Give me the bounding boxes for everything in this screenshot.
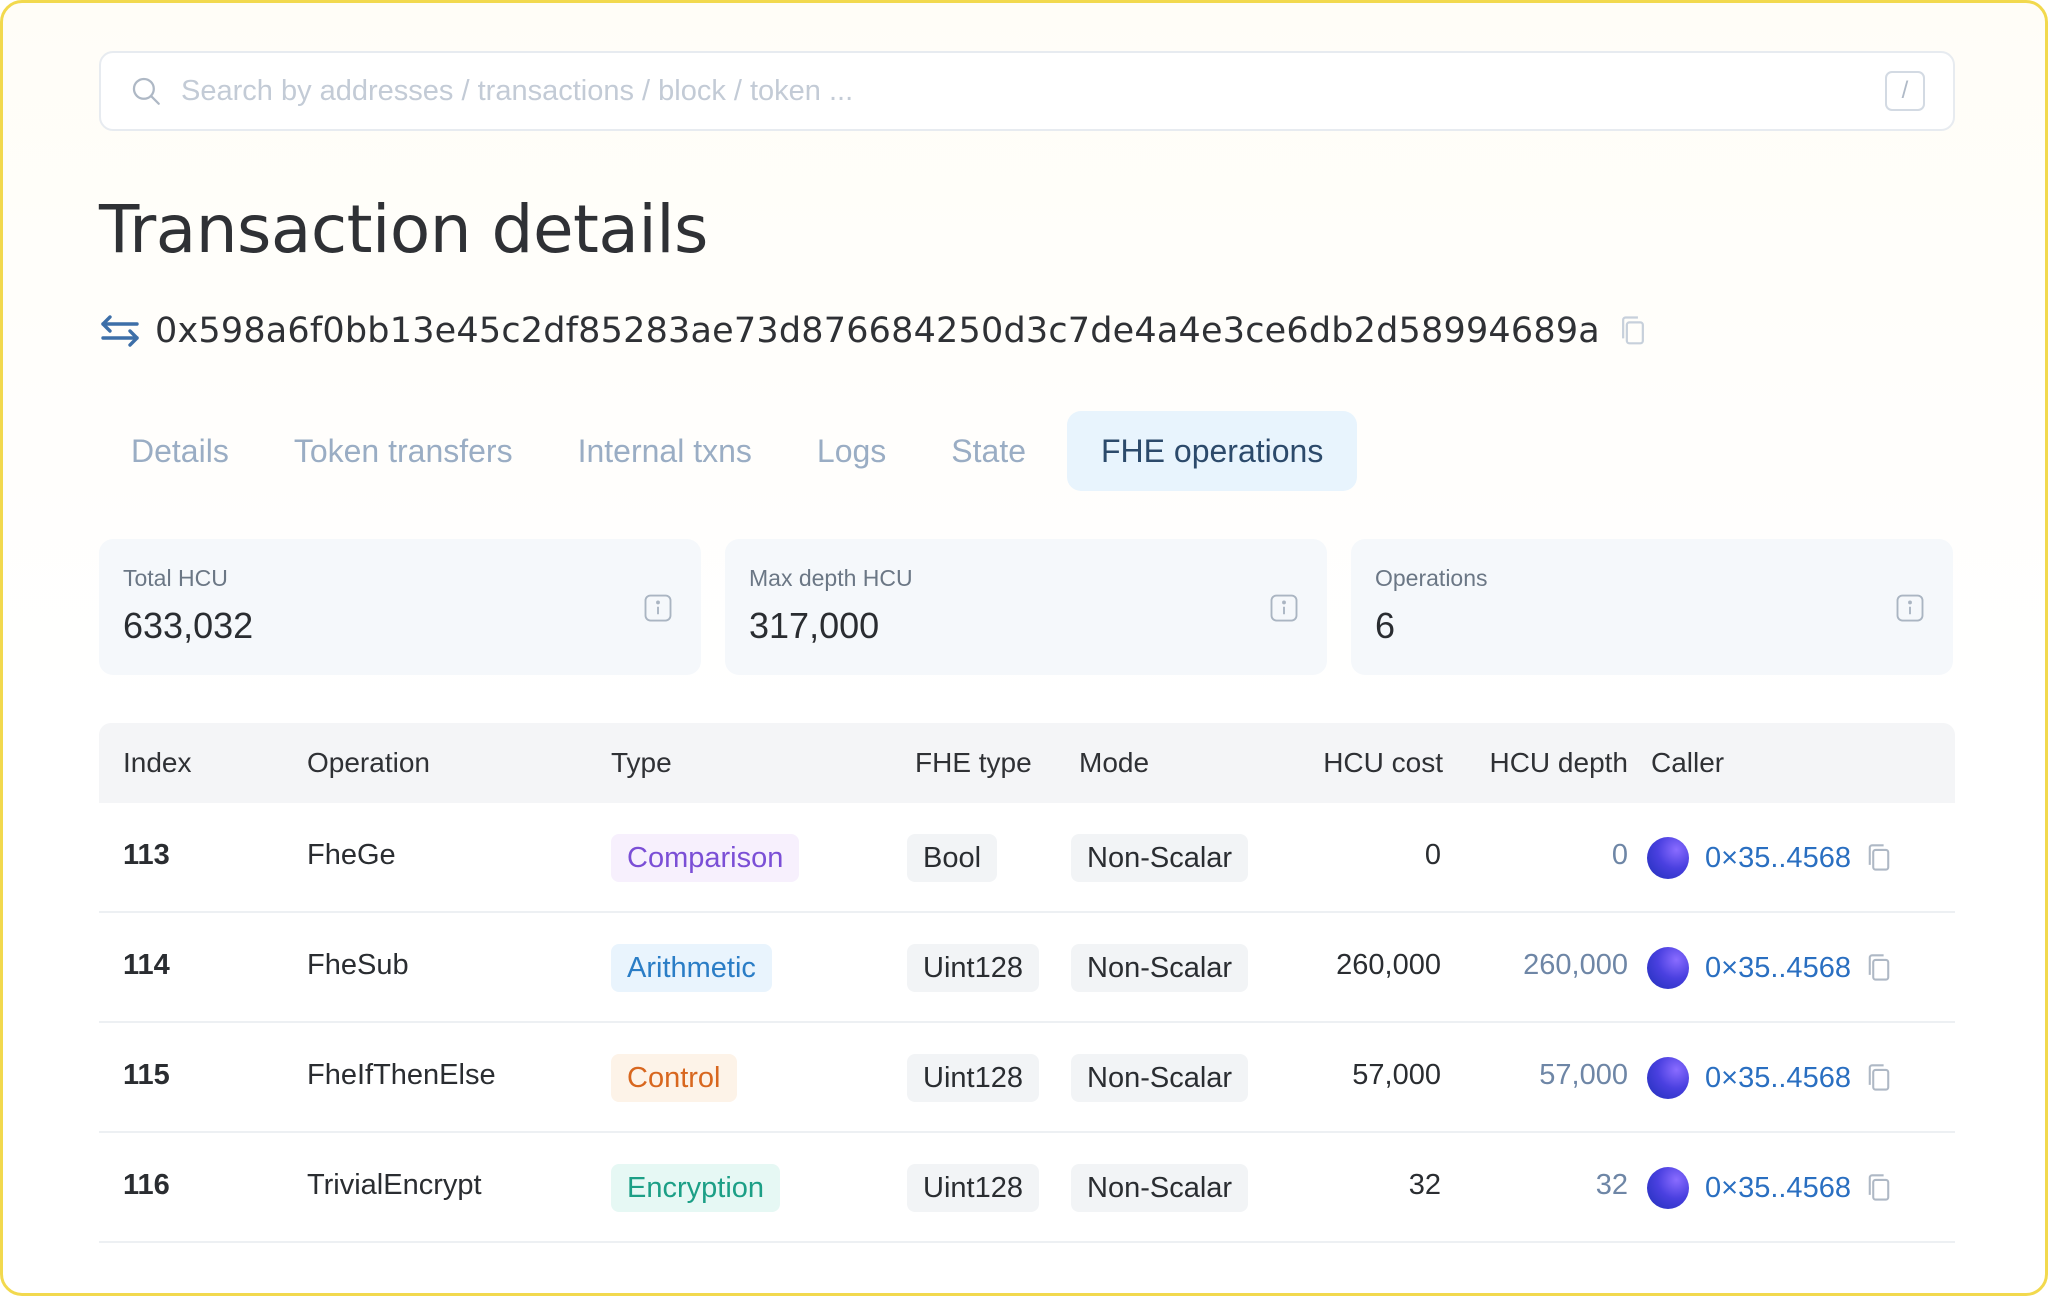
caller-cell: 0×35..4568 (1647, 945, 1893, 991)
tab-logs[interactable]: Logs (793, 411, 910, 491)
copy-icon[interactable] (1865, 1173, 1893, 1203)
copy-icon[interactable] (1618, 315, 1648, 347)
avatar (1647, 837, 1689, 879)
row-hcu-cost: 0 (1424, 839, 1441, 871)
table-body: 113 FheGe Comparison Bool Non-Scalar 0 0… (99, 803, 1955, 1243)
row-operation: TrivialEncrypt (307, 1169, 482, 1201)
info-icon[interactable] (1269, 593, 1299, 623)
tx-hash-row: 0x598a6f0bb13e45c2df85283ae73d876684250d… (99, 303, 1648, 359)
mode-badge: Non-Scalar (1071, 944, 1249, 992)
caller-address-link[interactable]: 0×35..4568 (1705, 842, 1851, 875)
tx-hash[interactable]: 0x598a6f0bb13e45c2df85283ae73d876684250d… (155, 311, 1600, 351)
header-index: Index (123, 747, 192, 778)
caller-address-link[interactable]: 0×35..4568 (1705, 1172, 1851, 1205)
info-icon[interactable] (1895, 593, 1925, 623)
row-hcu-depth: 260,000 (1523, 949, 1628, 981)
tab-token-transfers[interactable]: Token transfers (270, 411, 537, 491)
row-operation: FheSub (307, 949, 409, 981)
header-caller: Caller (1651, 747, 1725, 778)
header-type: Type (611, 747, 672, 778)
tab-fhe-operations[interactable]: FHE operations (1067, 411, 1358, 491)
stat-value: 633,032 (123, 605, 254, 646)
type-badge: Arithmetic (611, 944, 772, 992)
type-badge: Control (611, 1054, 737, 1102)
type-badge: Comparison (611, 834, 800, 882)
header-mode: Mode (1079, 747, 1150, 778)
page-title: Transaction details (99, 191, 708, 268)
stat-label: Total HCU (123, 565, 228, 591)
stat-max-depth-hcu: Max depth HCU 317,000 (725, 539, 1327, 675)
table-row[interactable]: 114 FheSub Arithmetic Uint128 Non-Scalar… (99, 913, 1955, 1023)
tab-bar: Details Token transfers Internal txns Lo… (107, 411, 1374, 491)
row-hcu-depth: 57,000 (1539, 1059, 1628, 1091)
row-hcu-cost: 260,000 (1336, 949, 1441, 981)
header-operation: Operation (307, 747, 430, 778)
caller-cell: 0×35..4568 (1647, 1055, 1893, 1101)
caller-address-link[interactable]: 0×35..4568 (1705, 952, 1851, 985)
tab-details[interactable]: Details (107, 411, 253, 491)
search-icon (132, 77, 160, 105)
copy-icon[interactable] (1865, 953, 1893, 983)
copy-icon[interactable] (1865, 843, 1893, 873)
fhe-type-badge: Uint128 (907, 944, 1039, 992)
tab-internal-txns[interactable]: Internal txns (554, 411, 776, 491)
header-hcu-cost: HCU cost (1323, 747, 1443, 778)
mode-badge: Non-Scalar (1071, 1054, 1249, 1102)
row-operation: FheGe (307, 839, 396, 871)
arrows-swap-icon (101, 315, 139, 347)
search-input[interactable] (181, 74, 1885, 108)
type-badge: Encryption (611, 1164, 781, 1212)
avatar (1647, 1057, 1689, 1099)
stat-label: Max depth HCU (749, 565, 913, 591)
copy-icon[interactable] (1865, 1063, 1893, 1093)
stat-value: 6 (1375, 605, 1396, 646)
info-icon[interactable] (643, 593, 673, 623)
stat-total-hcu: Total HCU 633,032 (99, 539, 701, 675)
stat-label: Operations (1375, 565, 1488, 591)
fhe-type-badge: Bool (907, 834, 998, 882)
row-index: 115 (123, 1059, 170, 1091)
search-shortcut-key: / (1885, 71, 1925, 111)
caller-cell: 0×35..4568 (1647, 835, 1893, 881)
row-hcu-depth: 32 (1595, 1169, 1628, 1201)
fhe-type-badge: Uint128 (907, 1054, 1039, 1102)
row-index: 113 (123, 839, 170, 871)
app-frame: / Transaction details 0x598a6f0bb13e45c2… (0, 0, 2048, 1296)
table-row[interactable]: 113 FheGe Comparison Bool Non-Scalar 0 0… (99, 803, 1955, 913)
mode-badge: Non-Scalar (1071, 834, 1249, 882)
header-fhe-type: FHE type (915, 747, 1032, 778)
stat-operations: Operations 6 (1351, 539, 1953, 675)
table-row[interactable]: 115 FheIfThenElse Control Uint128 Non-Sc… (99, 1023, 1955, 1133)
table-row[interactable]: 116 TrivialEncrypt Encryption Uint128 No… (99, 1133, 1955, 1243)
caller-address-link[interactable]: 0×35..4568 (1705, 1062, 1851, 1095)
avatar (1647, 947, 1689, 989)
stat-value: 317,000 (749, 605, 880, 646)
stats-row: Total HCU 633,032 Max depth HCU 317,000 … (99, 539, 1953, 675)
caller-cell: 0×35..4568 (1647, 1165, 1893, 1211)
tab-state[interactable]: State (927, 411, 1050, 491)
fhe-operations-table: Index Operation Type FHE type Mode HCU c… (99, 723, 1955, 1243)
row-hcu-cost: 57,000 (1352, 1059, 1441, 1091)
row-hcu-depth: 0 (1611, 839, 1628, 871)
mode-badge: Non-Scalar (1071, 1164, 1249, 1212)
row-hcu-cost: 32 (1408, 1169, 1441, 1201)
search-bar[interactable]: / (99, 51, 1955, 131)
header-hcu-depth: HCU depth (1489, 747, 1628, 778)
row-index: 116 (123, 1169, 170, 1201)
row-index: 114 (123, 949, 170, 981)
avatar (1647, 1167, 1689, 1209)
fhe-type-badge: Uint128 (907, 1164, 1039, 1212)
table-header: Index Operation Type FHE type Mode HCU c… (99, 723, 1955, 803)
row-operation: FheIfThenElse (307, 1059, 496, 1091)
